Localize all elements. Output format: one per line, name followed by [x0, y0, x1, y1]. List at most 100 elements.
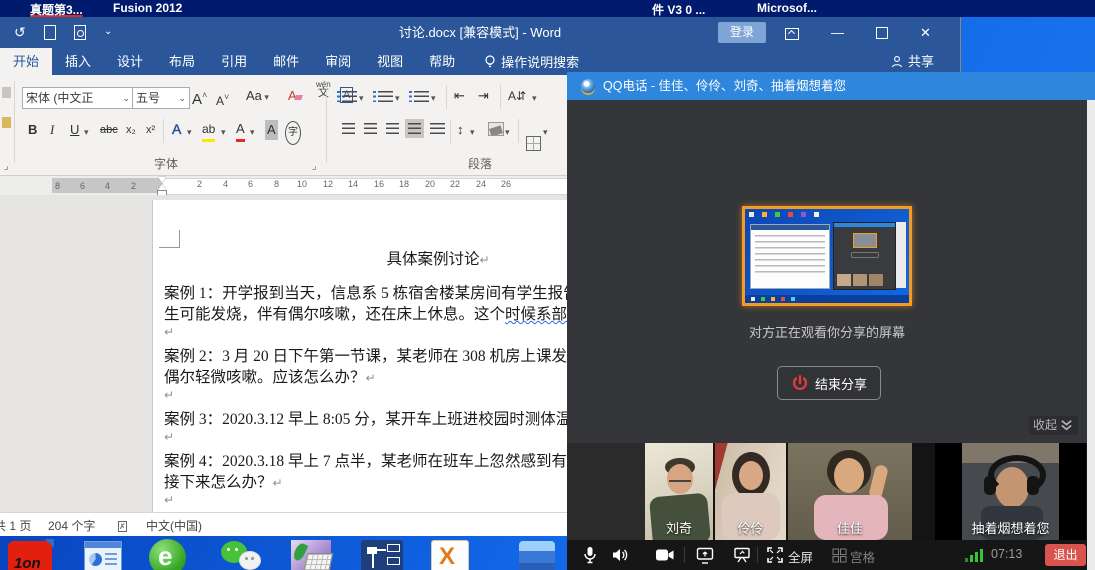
bg-window-title-2[interactable]: Fusion 2012	[113, 1, 182, 15]
desktop-icon-blue-app[interactable]: ↗	[519, 539, 557, 570]
tab-review[interactable]: 审阅	[312, 48, 364, 75]
qq-titlebar[interactable]: QQ电话 - 佳佳、伶伶、刘奇、抽着烟想着您	[567, 72, 1095, 100]
multilevel-list-icon[interactable]	[414, 91, 429, 102]
desktop-icon-fusion[interactable]: 1on ↗	[8, 539, 54, 570]
fullscreen-button[interactable]	[765, 546, 785, 564]
bullets-chevron-icon[interactable]: ▾	[359, 88, 364, 108]
font-color-button[interactable]: A	[236, 119, 245, 142]
borders-chevron-icon[interactable]: ▾	[543, 122, 548, 142]
increase-indent-button[interactable]: ⇥	[478, 86, 489, 106]
clipboard-dialog-launcher[interactable]: ⌟	[4, 161, 9, 172]
maximize-button[interactable]	[860, 17, 903, 48]
font-dialog-launcher[interactable]: ⌟	[312, 161, 317, 172]
language-status[interactable]: 中文(中国)	[146, 517, 202, 534]
speaker-button[interactable]	[610, 546, 630, 564]
tab-references[interactable]: 引用	[208, 48, 260, 75]
text-effects-chevron-icon[interactable]: ▾	[187, 122, 192, 142]
highlight-button[interactable]: ab	[202, 119, 215, 142]
qat-chevron-icon[interactable]: ⌄	[104, 25, 112, 39]
highlight-chevron-icon[interactable]: ▾	[221, 122, 226, 142]
italic-button[interactable]: I	[50, 120, 54, 140]
character-shading-button[interactable]: A	[265, 120, 278, 140]
tab-home[interactable]: 开始	[0, 48, 52, 75]
shading-chevron-icon[interactable]: ▾	[505, 122, 510, 142]
tab-mailings[interactable]: 邮件	[260, 48, 312, 75]
grid-view-button[interactable]	[829, 546, 849, 564]
decrease-indent-button[interactable]: ⇤	[454, 86, 465, 106]
shrink-font-button[interactable]: A˅	[216, 87, 229, 111]
spellcheck-icon[interactable]: ✗	[118, 521, 127, 532]
share-button[interactable]: 共享	[891, 48, 934, 75]
grid-label[interactable]: 宫格	[850, 547, 875, 566]
clipboard-sliver-icon[interactable]	[2, 87, 11, 98]
multilevel-chevron-icon[interactable]: ▾	[431, 88, 436, 108]
sort-chevron-icon[interactable]: ▾	[532, 88, 537, 108]
text-effects-button[interactable]: A	[172, 119, 181, 139]
distribute-icon[interactable]	[430, 123, 445, 134]
tab-design[interactable]: 设计	[104, 48, 156, 75]
fullscreen-label[interactable]: 全屏	[788, 547, 813, 566]
align-center-icon[interactable]	[364, 123, 377, 134]
first-line-indent-marker[interactable]	[158, 177, 166, 183]
underline-button[interactable]: U	[70, 120, 79, 140]
font-color-chevron-icon[interactable]: ▾	[250, 122, 255, 142]
font-name-combo[interactable]: 宋体 (中文正⌄	[22, 87, 134, 109]
borders-icon[interactable]	[526, 136, 541, 151]
tab-help[interactable]: 帮助	[416, 48, 468, 75]
clear-formatting-button[interactable]: A	[288, 86, 302, 106]
minimize-button[interactable]: —	[816, 17, 859, 48]
ribbon-options-button[interactable]	[770, 17, 813, 48]
numbering-icon[interactable]	[378, 91, 393, 102]
bg-window-title-4[interactable]: Microsof...	[757, 1, 817, 15]
desktop-icon-presentation[interactable]: ↗	[84, 539, 122, 570]
participant-video-jiajia[interactable]: 佳佳	[788, 443, 912, 540]
strikethrough-button[interactable]: abc	[100, 120, 118, 140]
subscript-button[interactable]: x₂	[126, 120, 136, 140]
bg-window-title-1[interactable]: 真题第3...	[30, 1, 83, 18]
shading-bucket-icon[interactable]	[488, 122, 504, 136]
bold-button[interactable]: B	[28, 120, 37, 140]
sort-button[interactable]: A⇵	[508, 86, 526, 106]
end-share-button[interactable]: 结束分享	[777, 366, 881, 400]
new-document-icon[interactable]	[44, 25, 56, 40]
desktop-icon-x-app[interactable]: X ↗	[431, 539, 469, 570]
change-case-button[interactable]: Aa ▾	[246, 86, 269, 107]
share-screen-button[interactable]	[695, 546, 715, 564]
desktop-icon-browser[interactable]: e ↗	[149, 539, 187, 570]
tab-layout[interactable]: 布局	[156, 48, 208, 75]
word-count[interactable]: 204 个字	[48, 517, 95, 534]
login-button[interactable]: 登录	[718, 22, 766, 43]
format-painter-sliver-icon[interactable]	[2, 117, 11, 128]
superscript-button[interactable]: x²	[146, 120, 155, 140]
align-right-icon[interactable]	[386, 123, 399, 134]
print-preview-icon[interactable]	[74, 25, 86, 40]
underline-chevron-icon[interactable]: ▾	[84, 122, 89, 142]
page-count[interactable]: 共 1 页	[0, 517, 31, 534]
camera-button[interactable]	[655, 546, 675, 564]
desktop-icon-flowchart[interactable]: ↗	[361, 539, 405, 570]
grow-font-button[interactable]: A˄	[192, 85, 207, 110]
line-spacing-chevron-icon[interactable]: ▾	[470, 122, 475, 142]
bg-window-title-3[interactable]: 件 V3 0 ...	[652, 1, 705, 18]
line-spacing-button[interactable]: ↕	[457, 120, 464, 140]
tab-view[interactable]: 视图	[364, 48, 416, 75]
microphone-button[interactable]	[580, 546, 600, 564]
tell-me-search[interactable]: 操作说明搜索	[484, 48, 579, 75]
participant-video-liuqi[interactable]: 刘奇	[645, 443, 713, 540]
collapse-videos-button[interactable]: 收起	[1029, 416, 1078, 435]
enclose-characters-button[interactable]: 字	[285, 121, 301, 145]
tab-insert[interactable]: 插入	[52, 48, 104, 75]
numbering-chevron-icon[interactable]: ▾	[395, 88, 400, 108]
desktop-icon-wechat[interactable]: ↗	[221, 539, 259, 570]
justify-button-active[interactable]	[405, 119, 424, 138]
align-left-icon[interactable]	[342, 123, 355, 134]
participant-video-smoker[interactable]: 抽着烟想着您	[935, 443, 1086, 540]
font-size-combo[interactable]: 五号⌄	[132, 87, 190, 109]
screen-share-thumbnail[interactable]	[742, 206, 912, 306]
bullets-icon[interactable]	[342, 91, 357, 102]
undo-icon[interactable]: ↺	[14, 25, 26, 39]
close-button[interactable]: ✕	[904, 17, 947, 48]
desktop-icon-kingsoft[interactable]: ↗	[291, 539, 333, 570]
phonetic-guide-button[interactable]: wén文	[316, 81, 331, 98]
participant-video-lingling[interactable]: 伶伶	[715, 443, 786, 540]
